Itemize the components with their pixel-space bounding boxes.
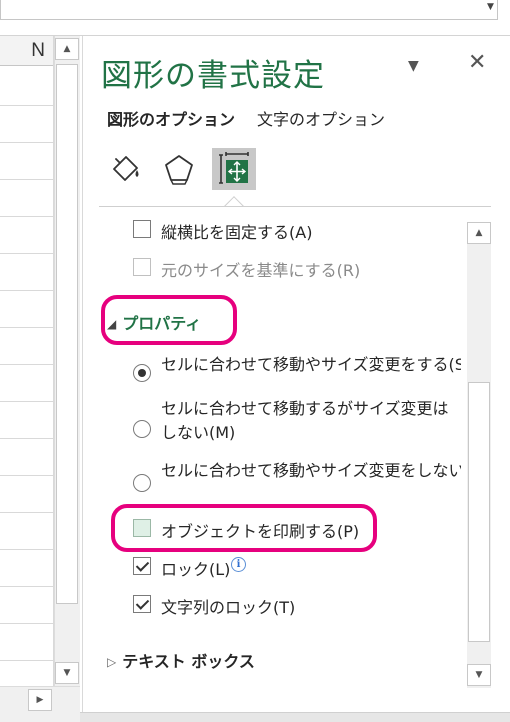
properties-section-header[interactable]: ◢ プロパティ	[107, 310, 201, 334]
column-header-label: N	[31, 40, 45, 61]
row-line	[0, 105, 54, 106]
row-line	[0, 327, 54, 328]
tab-text-options[interactable]: 文字のオプション	[257, 106, 385, 130]
scroll-down-icon: ▼	[63, 668, 71, 678]
row-line	[0, 142, 54, 143]
print-object-checkbox[interactable]	[133, 519, 151, 537]
relative-original-label: 元のサイズを基準にする(R)	[161, 261, 361, 280]
formula-bar[interactable]	[0, 0, 498, 20]
effects-button[interactable]	[157, 148, 201, 190]
radio-dont-move[interactable]	[133, 474, 151, 492]
pane-options-dropdown-icon[interactable]: ▼	[408, 58, 419, 74]
expand-triangle-icon: ◢	[107, 317, 117, 331]
pane-divider	[99, 206, 491, 207]
row-line	[0, 179, 54, 180]
textbox-section-header[interactable]: ▷ テキスト ボックス	[107, 648, 255, 672]
row-line	[0, 660, 54, 661]
scroll-right-icon: ▶	[36, 695, 44, 705]
sheet-horizontal-scrollbar[interactable]: ▶	[0, 686, 80, 722]
lock-text-checkbox[interactable]	[133, 595, 151, 613]
scroll-up-icon: ▲	[63, 44, 71, 54]
row-line	[0, 512, 54, 513]
format-shape-pane: 図形の書式設定 ▼ ✕ 図形のオプション 文字のオプション 縦横比を固定する(A…	[82, 36, 510, 712]
size-properties-icon	[219, 152, 249, 184]
row-line	[0, 549, 54, 550]
row-line	[0, 401, 54, 402]
tab-shape-options[interactable]: 図形のオプション	[107, 106, 235, 130]
sheet-scroll-up-button[interactable]: ▲	[55, 38, 79, 60]
locked-label[interactable]: ロック(L)	[161, 556, 230, 580]
status-strip	[80, 712, 510, 722]
size-properties-button[interactable]	[212, 148, 256, 190]
radio-move-and-size[interactable]	[133, 364, 151, 382]
options-scroll-area: 縦横比を固定する(A) 元のサイズを基準にする(R) ◢ プロパティ セルに合わせ…	[99, 214, 467, 704]
row-line	[0, 623, 54, 624]
sheet-scroll-down-button[interactable]: ▼	[55, 662, 79, 684]
relative-original-checkbox	[133, 258, 151, 276]
radio-move-not-size-label[interactable]: セルに合わせて移動するがサイズ変更はしない(M)	[161, 397, 461, 445]
lock-aspect-label[interactable]: 縦横比を固定する(A)	[161, 219, 312, 243]
lock-aspect-checkbox[interactable]	[133, 220, 151, 238]
collapsed-triangle-icon: ▷	[107, 655, 117, 669]
pane-close-icon[interactable]: ✕	[468, 50, 486, 75]
sheet-scroll-right-button[interactable]: ▶	[28, 689, 52, 711]
fill-line-icon	[113, 156, 139, 181]
row-line	[0, 364, 54, 365]
locked-checkbox[interactable]	[133, 557, 151, 575]
info-icon[interactable]: i	[231, 557, 246, 572]
sheet-scroll-thumb[interactable]	[56, 64, 78, 604]
sheet-vertical-scrollbar[interactable]: ▲ ▼	[54, 36, 80, 686]
row-line	[0, 438, 54, 439]
column-header[interactable]: N	[0, 36, 54, 66]
row-line	[0, 290, 54, 291]
scroll-down-icon: ▼	[475, 670, 483, 680]
lock-text-label[interactable]: 文字列のロック(T)	[161, 594, 295, 618]
radio-dont-move-label[interactable]: セルに合わせて移動やサイズ変更をしない(D)	[161, 460, 461, 482]
pane-title: 図形の書式設定	[101, 58, 325, 94]
worksheet-grid[interactable]: N	[0, 36, 54, 686]
pentagon-effects-icon	[165, 155, 193, 185]
scroll-up-icon: ▲	[475, 228, 483, 238]
row-line	[0, 586, 54, 587]
formula-bar-expand-icon[interactable]: ▼	[487, 2, 494, 12]
pane-vertical-scrollbar[interactable]: ▲ ▼	[467, 222, 491, 688]
pane-scroll-thumb[interactable]	[468, 382, 490, 642]
formula-bar-strip: ▼	[0, 0, 510, 36]
radio-move-and-size-label[interactable]: セルに合わせて移動やサイズ変更をする(S)	[161, 354, 461, 376]
radio-move-not-size[interactable]	[133, 420, 151, 438]
pane-scroll-down-button[interactable]: ▼	[467, 664, 491, 686]
fill-line-button[interactable]	[103, 148, 147, 190]
row-line	[0, 475, 54, 476]
print-object-label[interactable]: オブジェクトを印刷する(P)	[161, 518, 359, 542]
textbox-section-label: テキスト ボックス	[122, 652, 255, 671]
properties-section-label: プロパティ	[122, 314, 202, 333]
row-line	[0, 253, 54, 254]
pane-scroll-up-button[interactable]: ▲	[467, 222, 491, 244]
row-line	[0, 216, 54, 217]
